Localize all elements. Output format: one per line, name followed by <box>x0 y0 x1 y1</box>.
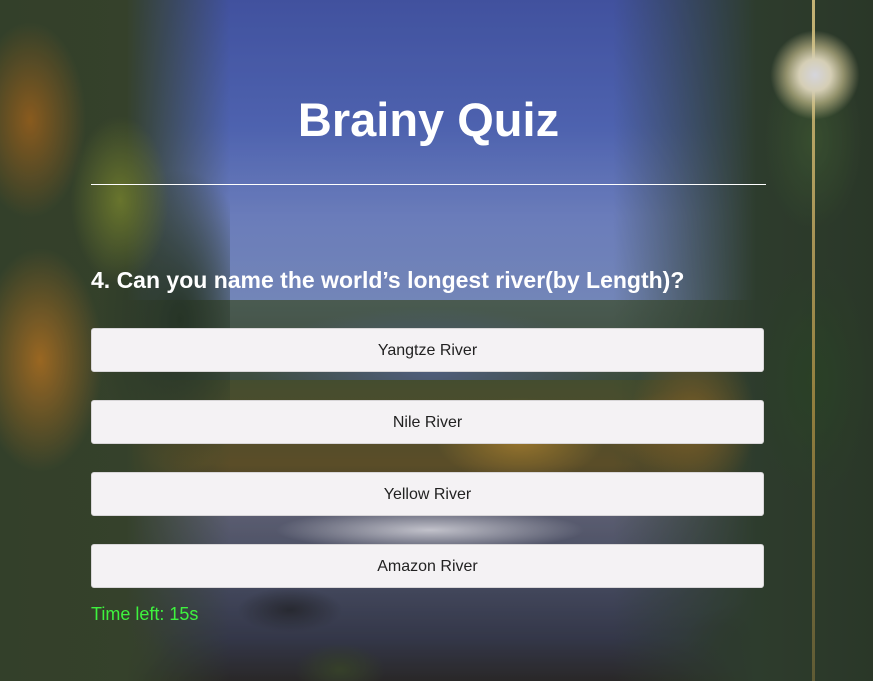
title-divider <box>91 184 766 185</box>
answer-button-nile[interactable]: Nile River <box>91 400 764 444</box>
answer-button-yangtze[interactable]: Yangtze River <box>91 328 764 372</box>
page-title: Brainy Quiz <box>297 93 560 146</box>
time-left-label: Time left: 15s <box>91 604 199 624</box>
question-text: 4. Can you name the world’s longest rive… <box>91 267 685 293</box>
answer-button-amazon[interactable]: Amazon River <box>91 544 764 588</box>
answer-button-yellow[interactable]: Yellow River <box>91 472 764 516</box>
